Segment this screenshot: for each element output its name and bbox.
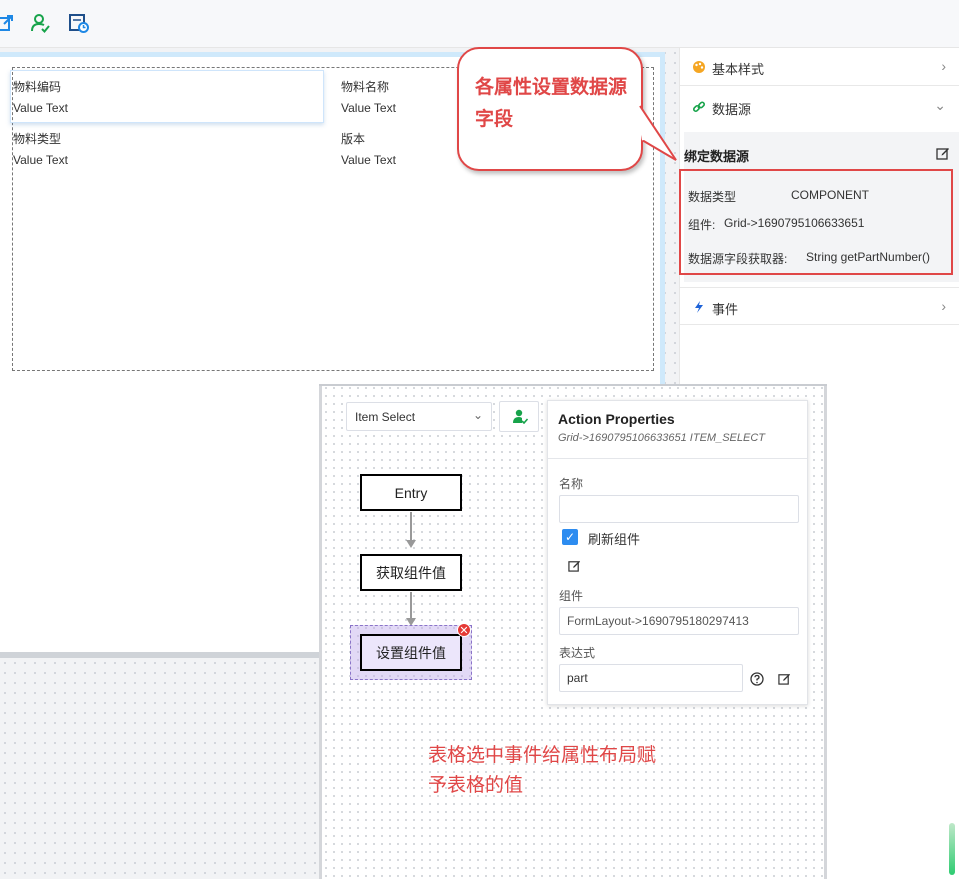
- flow-editor-border: [319, 384, 827, 386]
- top-toolbar: [0, 0, 959, 48]
- data-type-label: 数据类型: [688, 190, 737, 204]
- lightning-icon: [692, 300, 706, 314]
- link-icon: [692, 100, 706, 114]
- field-value-part-type: Value Text: [13, 153, 68, 167]
- action-properties-panel: Action Properties Grid->1690795106633651…: [547, 400, 808, 705]
- action-properties-subtitle: Grid->1690795106633651 ITEM_SELECT: [558, 432, 765, 444]
- component-field-input[interactable]: FormLayout->1690795180297413: [559, 607, 799, 635]
- name-input[interactable]: [559, 495, 799, 523]
- expression-label: 表达式: [559, 646, 596, 660]
- flow-node-entry[interactable]: Entry: [360, 474, 462, 511]
- callout-pointer: [636, 105, 677, 161]
- section-events-title: 事件: [712, 302, 739, 317]
- flow-node-get-value[interactable]: 获取组件值: [360, 554, 462, 591]
- component-field-label: 组件: [559, 589, 584, 603]
- callout-bubble: 各属性设置数据源字段: [457, 47, 643, 171]
- chevron-right-icon: ›: [941, 58, 946, 74]
- refresh-component-label: 刷新组件: [588, 532, 641, 547]
- expression-input[interactable]: part: [559, 664, 743, 692]
- calendar-clock-icon[interactable]: [68, 12, 90, 34]
- user-check-icon: [512, 408, 529, 427]
- help-icon[interactable]: [750, 672, 764, 689]
- divider: [548, 458, 807, 459]
- field-value-version: Value Text: [341, 153, 396, 167]
- field-label-part-code: 物料编码: [13, 80, 62, 94]
- field-value-part-code: Value Text: [13, 101, 68, 115]
- edit-expression-icon[interactable]: [778, 672, 791, 688]
- callout-text: 各属性设置数据源字段: [475, 76, 628, 130]
- chevron-right-icon: ›: [941, 298, 946, 314]
- component-label: 组件:: [688, 218, 716, 232]
- flow-connector: [410, 512, 412, 540]
- flow-node-set-value[interactable]: 设置组件值: [360, 634, 462, 671]
- annotation-line-2: 予表格的值: [428, 774, 524, 796]
- name-label: 名称: [559, 477, 584, 491]
- delete-node-icon[interactable]: ✕: [457, 623, 471, 637]
- share-icon[interactable]: [0, 12, 16, 34]
- annotation-line-1: 表格选中事件给属性布局赋: [428, 744, 657, 766]
- component-value: Grid->1690795106633651: [724, 216, 865, 230]
- section-datasource-title: 数据源: [712, 102, 752, 117]
- section-basic-style[interactable]: 基本样式 ›: [680, 48, 959, 86]
- palette-icon: [692, 60, 706, 74]
- flow-node-entry-label: Entry: [394, 484, 428, 501]
- flow-connector: [410, 592, 412, 618]
- annotation-note: 表格选中事件给属性布局赋 予表格的值: [428, 740, 718, 800]
- field-label-part-name: 物料名称: [341, 80, 390, 94]
- edit-icon[interactable]: [568, 559, 581, 575]
- event-select-value: Item Select: [355, 410, 416, 424]
- chevron-down-icon: ⌄: [934, 97, 946, 113]
- flow-node-get-value-label: 获取组件值: [376, 564, 446, 581]
- flow-node-set-value-label: 设置组件值: [376, 644, 446, 661]
- assign-user-button[interactable]: [499, 401, 539, 432]
- event-select[interactable]: Item Select ⌄: [346, 402, 492, 431]
- user-check-icon[interactable]: [29, 12, 51, 34]
- chevron-down-icon: ⌄: [472, 408, 483, 422]
- field-getter-label: 数据源字段获取器:: [688, 252, 788, 266]
- refresh-component-checkbox[interactable]: ✓: [562, 529, 578, 545]
- bind-datasource-title: 绑定数据源: [684, 149, 750, 164]
- field-label-version: 版本: [341, 132, 366, 146]
- section-events[interactable]: 事件 ›: [680, 287, 959, 325]
- field-label-part-type: 物料类型: [13, 132, 62, 146]
- edit-icon[interactable]: [936, 146, 950, 163]
- scrollbar-thumb[interactable]: [949, 823, 955, 875]
- field-value-part-name: Value Text: [341, 101, 396, 115]
- flow-arrow: [406, 540, 416, 548]
- field-getter-value: String getPartNumber(): [806, 250, 931, 264]
- section-datasource[interactable]: 数据源 ⌄: [680, 88, 959, 126]
- data-type-value: COMPONENT: [791, 188, 869, 202]
- section-basic-style-title: 基本样式: [712, 62, 765, 77]
- action-properties-title: Action Properties: [558, 411, 675, 427]
